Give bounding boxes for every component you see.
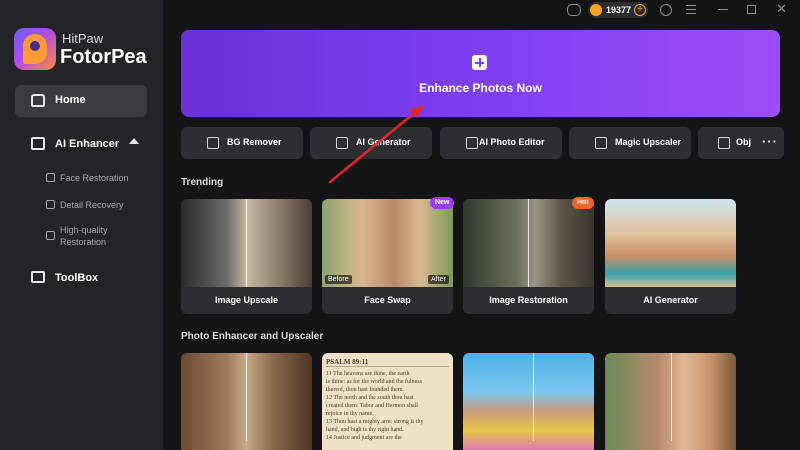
annotation-arrow: [328, 105, 424, 184]
